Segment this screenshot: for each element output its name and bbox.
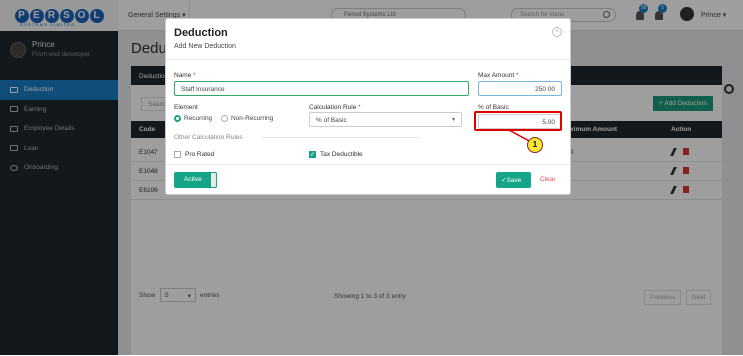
checkbox-unchecked-icon: [174, 151, 181, 158]
status-label: Active: [184, 176, 202, 183]
deduction-modal: Deduction Add New Deduction × Name * Sta…: [165, 18, 571, 195]
max-amount-label: Max Amount *: [478, 72, 518, 79]
save-button[interactable]: ✓Save: [496, 172, 531, 188]
name-field[interactable]: Staff Insurance: [174, 81, 469, 96]
radio-recurring[interactable]: Recurring: [174, 115, 212, 122]
name-label: Name *: [174, 72, 196, 79]
calculation-rule-select[interactable]: % of Basic ▾: [309, 112, 462, 127]
checkbox-label: Tax Deductible: [320, 151, 363, 158]
divider: [166, 59, 570, 60]
required-mark: *: [515, 72, 519, 79]
radio-checked-icon: [174, 115, 181, 122]
other-rules-label: Other Calculation Rules: [174, 134, 243, 141]
chevron-down-icon: ▾: [451, 117, 455, 123]
calculation-rule-value: % of Basic: [316, 117, 347, 124]
modal-title: Deduction: [174, 27, 228, 39]
pro-rated-checkbox[interactable]: Pro Rated: [174, 151, 214, 158]
max-amount-field[interactable]: 250.00: [478, 81, 562, 96]
required-mark: *: [193, 72, 196, 79]
percent-basic-label: % of Basic: [478, 104, 509, 111]
save-label: Save: [506, 177, 522, 184]
max-amount-label-text: Max Amount: [478, 72, 515, 79]
calculation-rule-label: Calculation Rule *: [309, 104, 361, 111]
radio-label: Recurring: [184, 115, 213, 122]
radio-unchecked-icon: [221, 115, 228, 122]
checkbox-checked-icon: ✓: [309, 151, 316, 158]
element-label: Element: [174, 104, 198, 111]
divider: [166, 164, 570, 165]
radio-non-recurring[interactable]: Non-Recurring: [221, 115, 273, 122]
name-label-text: Name: [174, 72, 192, 79]
modal-subtitle: Add New Deduction: [174, 43, 236, 50]
clear-button[interactable]: Clear: [540, 176, 556, 183]
calculation-rule-label-text: Calculation Rule: [309, 104, 357, 111]
tax-deductible-checkbox[interactable]: ✓ Tax Deductible: [309, 151, 363, 158]
callout-highlight: [474, 111, 562, 131]
toggle-knob: [211, 173, 216, 187]
divider: [261, 137, 420, 138]
required-mark: *: [358, 104, 361, 111]
radio-label: Non-Recurring: [231, 115, 274, 122]
callout-number: 1: [527, 137, 543, 153]
close-icon[interactable]: ×: [552, 27, 562, 37]
status-toggle[interactable]: Active: [174, 172, 217, 188]
checkbox-label: Pro Rated: [185, 151, 215, 158]
